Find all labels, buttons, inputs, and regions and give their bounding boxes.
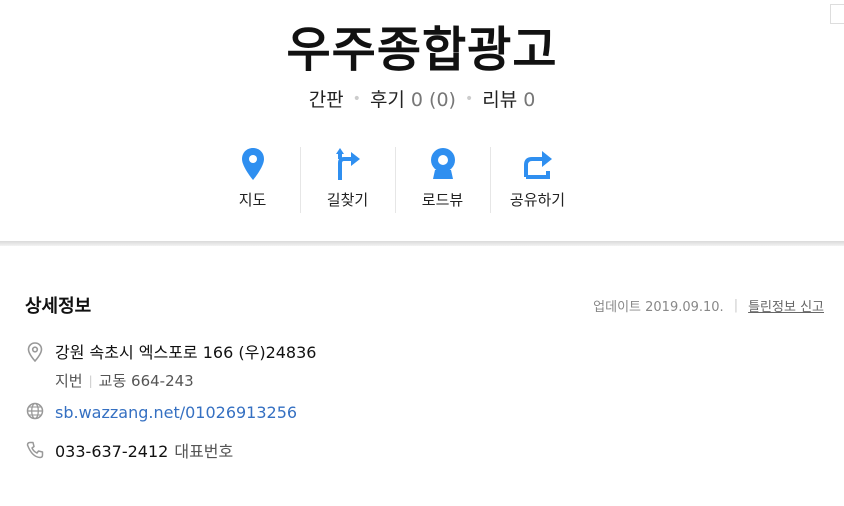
jibun-divider: | [88,374,93,388]
address-text: 강원 속초시 엑스포로 166 (우)24836 [55,343,317,362]
place-title: 우주종합광고 [286,22,558,78]
review-link[interactable]: 리뷰 0 [482,85,535,112]
detail-title: 상세정보 [25,296,92,317]
reviews-count: 0 (0) [410,89,456,111]
share-button[interactable]: 공유하기 [490,147,585,217]
meta-divider: | [733,297,739,313]
action-bar: 지도 길찾기 로드뷰 공유하기 [205,147,585,217]
category-label: 간판 [308,89,344,111]
map-button-label: 지도 [238,191,267,209]
phone-icon [25,441,45,459]
place-meta: 간판 • 후기 0 (0) • 리뷰 0 [0,85,844,112]
phone-type-label: 대표번호 [174,442,234,461]
phone-number[interactable]: 033-637-2412 [55,442,168,461]
meta-separator: • [464,90,474,107]
roadview-button-label: 로드뷰 [421,191,464,209]
review-count: 0 [523,89,536,111]
directions-button[interactable]: 길찾기 [300,147,395,217]
detail-header: 상세정보 업데이트 2019.09.10. | 틀린정보 신고 [25,292,824,318]
phone-row: 033-637-2412 대표번호 [25,441,233,463]
homepage-row: sb.wazzang.net/01026913256 [25,402,297,424]
share-arrow-icon [490,147,585,185]
detail-meta: 업데이트 2019.09.10. | 틀린정보 신고 [593,296,824,315]
jibun-label: 지번 [55,372,83,390]
globe-icon [25,402,45,420]
directions-arrow-icon [300,147,395,185]
roadview-button[interactable]: 로드뷰 [395,147,490,217]
reviews-label: 후기 [369,89,405,111]
reviews-link[interactable]: 후기 0 (0) [370,85,456,112]
roadview-camera-icon [395,147,490,185]
map-button[interactable]: 지도 [205,147,300,217]
address-row: 강원 속초시 엑스포로 166 (우)24836 지번 | 교동 664-243 [25,342,316,392]
jibun-value: 교동 664-243 [98,372,194,390]
review-label: 리뷰 [482,89,518,111]
jibun-line: 지번 | 교동 664-243 [55,370,316,392]
detail-section: 상세정보 업데이트 2019.09.10. | 틀린정보 신고 강원 속초시 엑… [0,246,844,506]
homepage-link[interactable]: sb.wazzang.net/01026913256 [55,403,297,422]
report-error-link[interactable]: 틀린정보 신고 [748,296,824,315]
place-header: 우주종합광고 간판 • 후기 0 (0) • 리뷰 0 지도 길찾기 로드뷰 공… [0,0,844,241]
directions-button-label: 길찾기 [326,191,369,209]
share-button-label: 공유하기 [509,191,566,209]
meta-separator: • [352,90,361,107]
location-pin-icon [25,342,45,362]
updated-date: 업데이트 2019.09.10. [593,299,724,315]
map-pin-icon [205,147,300,185]
